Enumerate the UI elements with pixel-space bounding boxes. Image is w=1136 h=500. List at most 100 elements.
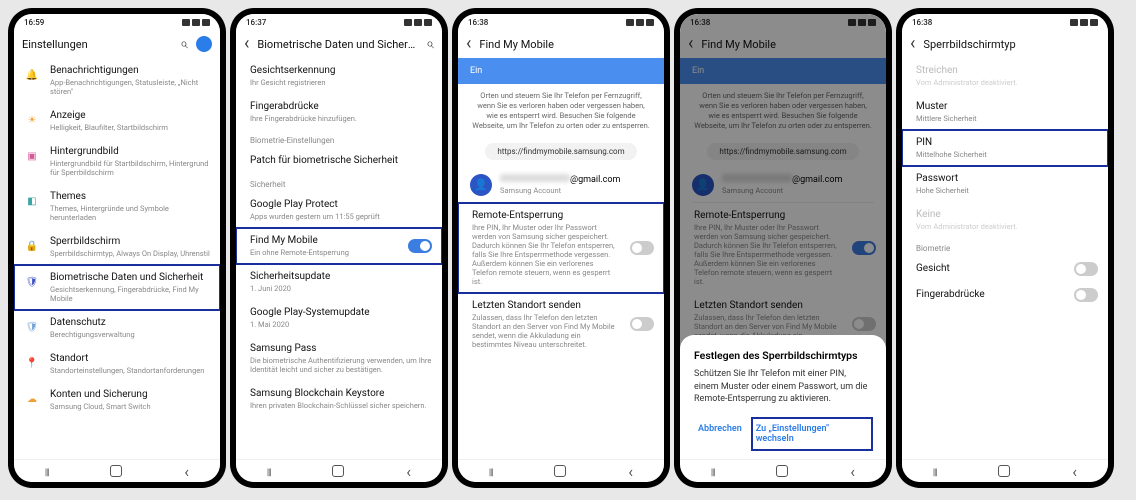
master-toggle-banner[interactable]: Ein (458, 58, 664, 84)
toggle[interactable] (1074, 288, 1098, 302)
navbar (902, 459, 1108, 482)
avatar[interactable] (196, 36, 212, 52)
list-item[interactable]: StreichenVom Administrator deaktiviert. (902, 58, 1108, 94)
nav-home[interactable] (110, 465, 122, 477)
toggle[interactable] (630, 317, 654, 331)
nav-back[interactable] (628, 462, 633, 481)
nav-recent[interactable] (933, 465, 937, 478)
page-title: Sperrbildschirmtyp (923, 38, 1100, 51)
back-icon[interactable] (910, 35, 915, 53)
row-title: Anzeige (50, 110, 210, 122)
list-item[interactable]: Google Play-Systemupdate1. Mai 2020 (236, 300, 442, 336)
list-item[interactable]: Samsung Blockchain KeystoreIhren private… (236, 381, 442, 417)
row-sub: 1. Juni 2020 (250, 284, 432, 293)
nav-back[interactable] (850, 462, 855, 481)
row-title: Streichen (916, 65, 1098, 77)
appbar: Einstellungen (14, 30, 220, 58)
row-title: Datenschutz (50, 317, 210, 329)
toggle[interactable] (1074, 262, 1098, 276)
row-icon: ☀ (24, 112, 40, 128)
nav-recent[interactable] (267, 465, 271, 478)
list-item[interactable]: Gesicht (902, 256, 1108, 282)
list-item[interactable]: Sicherheitsupdate1. Juni 2020 (236, 264, 442, 300)
row-title: Hintergrundbild (50, 146, 210, 158)
list-item[interactable]: ☀AnzeigeHelligkeit, Blaufilter, Startbil… (14, 103, 220, 139)
list-item[interactable]: Patch für biometrische Sicherheit (236, 148, 442, 174)
nav-home[interactable] (332, 465, 344, 477)
row-title: Google Play-Systemupdate (250, 307, 432, 319)
list-item[interactable]: 🛡Biometrische Daten und SicherheitGesich… (14, 265, 220, 310)
row-sub: Hohe Sicherheit (916, 186, 1098, 195)
page-title: Find My Mobile (479, 38, 656, 51)
page-title: Einstellungen (22, 38, 172, 51)
nav-home[interactable] (776, 465, 788, 477)
list-item[interactable]: Find My MobileEin ohne Remote-Entsperrun… (236, 228, 442, 264)
row-title: Keine (916, 209, 1098, 221)
phone-4: 16:38 Find My Mobile Ein Orten und steue… (674, 8, 892, 488)
list-item[interactable]: Samsung PassDie biometrische Authentifiz… (236, 336, 442, 381)
row-sub: Vom Administrator deaktiviert. (916, 78, 1098, 87)
back-icon[interactable] (244, 35, 249, 53)
row-title: Passwort (916, 173, 1098, 185)
go-to-settings-button[interactable]: Zu „Einstellungen" wechseln (752, 418, 872, 450)
phone-2: 16:37 Biometrische Daten und Sicherh... … (230, 8, 448, 488)
list-item[interactable]: MusterMittlere Sicherheit (902, 94, 1108, 130)
row-sub: Themes, Hintergründe und Symbole herunte… (50, 204, 210, 222)
row-title: Fingerabdrücke (916, 289, 1064, 301)
nav-home[interactable] (554, 465, 566, 477)
banner-label: Ein (470, 66, 482, 76)
list-item[interactable]: FingerabdrückeIhre Fingerabdrücke hinzuf… (236, 94, 442, 130)
list-item[interactable]: 🛡DatenschutzBerechtigungsverwaltung (14, 310, 220, 346)
row-title: Gesicht (916, 263, 1064, 275)
account-email: @gmail.com (570, 175, 620, 185)
navbar (458, 459, 664, 482)
list-item[interactable]: GesichtserkennungIhr Gesicht registriere… (236, 58, 442, 94)
row-sub: Zulassen, dass Ihr Telefon den letzten S… (472, 313, 620, 349)
account-avatar-icon: 👤 (470, 174, 492, 196)
row-sub: Ihr Gesicht registrieren (250, 78, 432, 87)
toggle[interactable] (630, 241, 654, 255)
nav-back[interactable] (1072, 462, 1077, 481)
list-item[interactable]: 🔔BenachrichtigungenApp-Benachrichtigunge… (14, 58, 220, 103)
nav-recent[interactable] (489, 465, 493, 478)
row-title: Remote-Entsperrung (472, 210, 620, 222)
list-item[interactable]: ▣HintergrundbildHintergrundbild für Star… (14, 139, 220, 184)
clock: 16:38 (912, 18, 932, 27)
locktype-list: StreichenVom Administrator deaktiviert.M… (902, 58, 1108, 459)
row-sub: App-Benachrichtigungen, Statusleiste, „N… (50, 78, 210, 96)
url-pill[interactable]: https://findmymobile.samsung.com (485, 143, 636, 160)
list-item[interactable]: ☁Konten und SicherungSamsung Cloud, Smar… (14, 382, 220, 418)
toggle[interactable] (408, 239, 432, 253)
nav-recent[interactable] (45, 465, 49, 478)
list-item[interactable]: Fingerabdrücke (902, 282, 1108, 308)
list-item[interactable]: PasswortHohe Sicherheit (902, 166, 1108, 202)
cancel-button[interactable]: Abbrechen (694, 418, 746, 450)
navbar (14, 459, 220, 482)
row-icon: ▣ (24, 148, 40, 164)
list-item[interactable]: Google Play ProtectApps wurden gestern u… (236, 192, 442, 228)
row-sub: Vom Administrator deaktiviert. (916, 222, 1098, 231)
list-item[interactable]: ◧ThemesThemes, Hintergründe und Symbole … (14, 184, 220, 229)
list-item[interactable]: Letzten Standort sendenZulassen, dass Ih… (458, 293, 664, 356)
search-icon[interactable] (426, 36, 434, 52)
search-icon[interactable] (180, 36, 188, 52)
row-icon: 📍 (24, 355, 40, 371)
section-header: Sicherheit (236, 174, 442, 192)
nav-home[interactable] (998, 465, 1010, 477)
nav-recent[interactable] (711, 465, 715, 478)
row-title: Standort (50, 353, 210, 365)
fmm-content: Ein Orten und steuern Sie Ihr Telefon pe… (458, 58, 664, 459)
account-row[interactable]: 👤 @gmail.com Samsung Account (458, 168, 664, 202)
list-item[interactable]: 📍StandortStandorteinstellungen, Standort… (14, 346, 220, 382)
list-item[interactable]: PINMittelhohe Sicherheit (902, 130, 1108, 166)
appbar: Sperrbildschirmtyp (902, 30, 1108, 58)
back-icon[interactable] (466, 35, 471, 53)
dialog-title: Festlegen des Sperrbildschirmtyps (694, 349, 872, 362)
nav-back[interactable] (406, 462, 411, 481)
nav-back[interactable] (184, 462, 189, 481)
list-item[interactable]: KeineVom Administrator deaktiviert. (902, 202, 1108, 238)
row-title: Google Play Protect (250, 199, 432, 211)
row-icon: 🛡 (24, 319, 40, 335)
list-item[interactable]: Remote-EntsperrungIhre PIN, Ihr Muster o… (458, 203, 664, 293)
list-item[interactable]: 🔒SperrbildschirmSperrbildschirmtyp, Alwa… (14, 229, 220, 265)
